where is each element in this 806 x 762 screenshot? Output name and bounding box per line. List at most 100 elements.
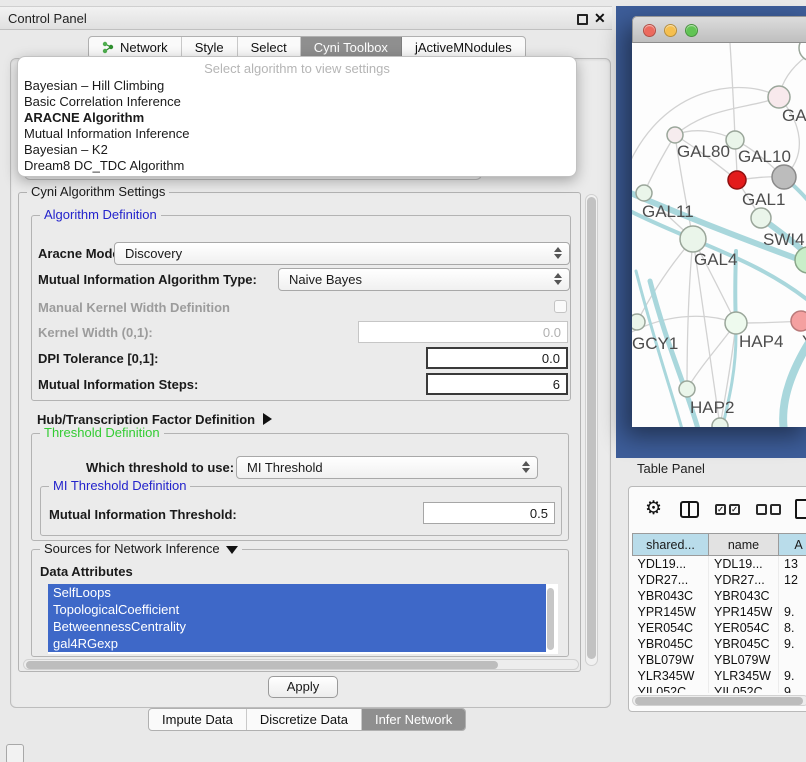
tab-infer-network[interactable]: Infer Network	[362, 709, 465, 730]
new-table-icon[interactable]	[795, 499, 806, 519]
algorithm-option[interactable]: Bayesian – K2	[18, 142, 576, 158]
mi-algorithm-type-select[interactable]: Naive Bayes	[278, 268, 570, 291]
table-panel: ⚙ ✓✓ shared... name A YDL19...YDL19...13…	[628, 486, 806, 712]
network-node-gal80[interactable]	[667, 127, 683, 143]
data-attribute-item[interactable]: SelfLoops	[48, 584, 546, 601]
table-row[interactable]: YLR345WYLR345W9.	[633, 668, 806, 684]
network-node-gal1[interactable]	[751, 208, 771, 228]
traffic-light-close-button[interactable]	[643, 24, 656, 37]
network-node[interactable]	[712, 418, 728, 427]
tab-label: Discretize Data	[260, 712, 348, 727]
apply-button[interactable]: Apply	[268, 676, 338, 698]
manual-kernel-width-checkbox[interactable]	[554, 300, 567, 313]
tab-label: Select	[251, 40, 287, 55]
deselect-all-icon[interactable]	[756, 504, 781, 515]
network-window-titlebar[interactable]	[632, 16, 806, 43]
table-row[interactable]: YBL079WYBL079W	[633, 652, 806, 668]
column-view-icon[interactable]	[680, 501, 699, 518]
dpi-tolerance-value: 0.0	[542, 351, 560, 366]
network-node[interactable]	[728, 171, 746, 189]
mi-threshold-field[interactable]: 0.5	[423, 502, 555, 524]
kernel-width-field[interactable]: 0.0	[358, 321, 568, 343]
settings-group-title: Cyni Algorithm Settings	[27, 184, 169, 199]
tab-network[interactable]: Network	[89, 37, 182, 58]
algorithm-option[interactable]: Bayesian – Hill Climbing	[18, 78, 576, 94]
which-threshold-select[interactable]: MI Threshold	[236, 456, 538, 479]
network-node-label: GAL10	[738, 147, 791, 166]
table-row[interactable]: YER054CYER054C8.	[633, 620, 806, 636]
algorithm-option[interactable]: ARACNE Algorithm	[18, 110, 576, 126]
table-row[interactable]: YIL052CYIL052C9.	[633, 684, 806, 694]
table-cell: YLR345W	[633, 668, 709, 684]
tab-label: jActiveMNodules	[415, 40, 512, 55]
algorithm-option[interactable]: Basic Correlation Inference	[18, 94, 576, 110]
table-row[interactable]: YBR043CYBR043C	[633, 588, 806, 604]
aracne-mode-select[interactable]: Discovery	[114, 242, 570, 265]
close-icon[interactable]: ✕	[594, 10, 606, 27]
column-header-shared-name[interactable]: shared...	[633, 534, 709, 556]
network-canvas[interactable]: GALGAL80GAL10GAL1GAL11SWI4GAL4GCY1HAP4YH…	[632, 43, 806, 427]
data-attribute-item[interactable]: gal4RGexp	[48, 635, 546, 652]
select-all-icon[interactable]: ✓✓	[715, 504, 740, 515]
network-node-hap2[interactable]	[679, 381, 695, 397]
restore-panel-button[interactable]	[6, 744, 24, 762]
settings-horizontal-scrollbar[interactable]	[23, 659, 579, 670]
network-node-label: GAL4	[694, 250, 737, 269]
stepper-arrows-icon	[554, 273, 562, 285]
aracne-mode-value: Discovery	[125, 246, 182, 261]
mi-threshold-value: 0.5	[530, 506, 548, 521]
algorithm-dropdown-list: Bayesian – Hill ClimbingBasic Correlatio…	[18, 78, 576, 174]
float-panel-icon[interactable]	[577, 14, 588, 25]
network-node-gcy1[interactable]	[632, 314, 645, 330]
table-cell: YLR345W	[709, 668, 779, 684]
network-node-label: GAL	[782, 106, 806, 125]
data-attributes-list[interactable]: SelfLoopsTopologicalCoefficientBetweenne…	[48, 584, 558, 654]
settings-gear-icon[interactable]: ⚙	[645, 499, 662, 519]
data-attribute-item[interactable]: TopologicalCoefficient	[48, 601, 546, 618]
tab-impute-data[interactable]: Impute Data	[149, 709, 247, 730]
data-attribute-item[interactable]: BetweennessCentrality	[48, 618, 546, 635]
network-node-gal4[interactable]	[680, 226, 706, 252]
table-row[interactable]: YDR27...YDR27...12	[633, 572, 806, 588]
column-header-name[interactable]: name	[709, 534, 779, 556]
table-cell: YBR043C	[633, 588, 709, 604]
traffic-light-minimize-button[interactable]	[664, 24, 677, 37]
tab-discretize-data[interactable]: Discretize Data	[247, 709, 362, 730]
traffic-light-zoom-button[interactable]	[685, 24, 698, 37]
tab-select[interactable]: Select	[238, 37, 301, 58]
tab-label: Infer Network	[375, 712, 452, 727]
mi-threshold-definition-group: MI Threshold Definition Mutual Informati…	[40, 486, 562, 536]
column-header-partial[interactable]: A	[779, 534, 806, 556]
network-view-window: GALGAL80GAL10GAL1GAL11SWI4GAL4GCY1HAP4YH…	[632, 16, 806, 427]
table-cell: 9.	[779, 684, 806, 694]
tab-style[interactable]: Style	[182, 37, 238, 58]
tab-cyni-toolbox[interactable]: Cyni Toolbox	[301, 37, 402, 58]
table-row[interactable]: YBR045CYBR045C9.	[633, 636, 806, 652]
network-node-hap4[interactable]	[725, 312, 747, 334]
algorithm-option[interactable]: Dream8 DC_TDC Algorithm	[18, 158, 576, 174]
sources-collapse-toggle[interactable]: Sources for Network Inference	[40, 541, 242, 556]
settings-vertical-scrollbar[interactable]	[585, 194, 598, 666]
table-row[interactable]: YPR145WYPR145W9.	[633, 604, 806, 620]
control-panel-titlebar: Control Panel ✕	[0, 6, 612, 30]
network-node-y[interactable]	[791, 311, 806, 331]
network-node[interactable]	[799, 43, 806, 61]
network-node-label: GCY1	[632, 334, 678, 353]
table-horizontal-scrollbar[interactable]	[632, 695, 806, 706]
table-cell: YIL052C	[709, 684, 779, 694]
algorithm-definition-group: Algorithm Definition Aracne Mode: Discov…	[31, 215, 571, 401]
network-node-gal11[interactable]	[636, 185, 652, 201]
network-node-swi4[interactable]	[795, 247, 806, 273]
algorithm-option[interactable]: Mutual Information Inference	[18, 126, 576, 142]
sources-group: Sources for Network Inference Data Attri…	[31, 549, 569, 657]
network-node-label: HAP4	[739, 332, 783, 351]
network-node[interactable]	[772, 165, 796, 189]
which-threshold-value: MI Threshold	[247, 460, 323, 475]
tab-jactivemnodules[interactable]: jActiveMNodules	[402, 37, 525, 58]
network-node-gal[interactable]	[768, 86, 790, 108]
dpi-tolerance-field[interactable]: 0.0	[426, 347, 568, 369]
table-row[interactable]: YDL19...YDL19...13	[633, 556, 806, 572]
list-scrollbar[interactable]	[547, 588, 554, 650]
table-cell: YDR27...	[709, 572, 779, 588]
mi-steps-field[interactable]: 6	[426, 373, 568, 395]
